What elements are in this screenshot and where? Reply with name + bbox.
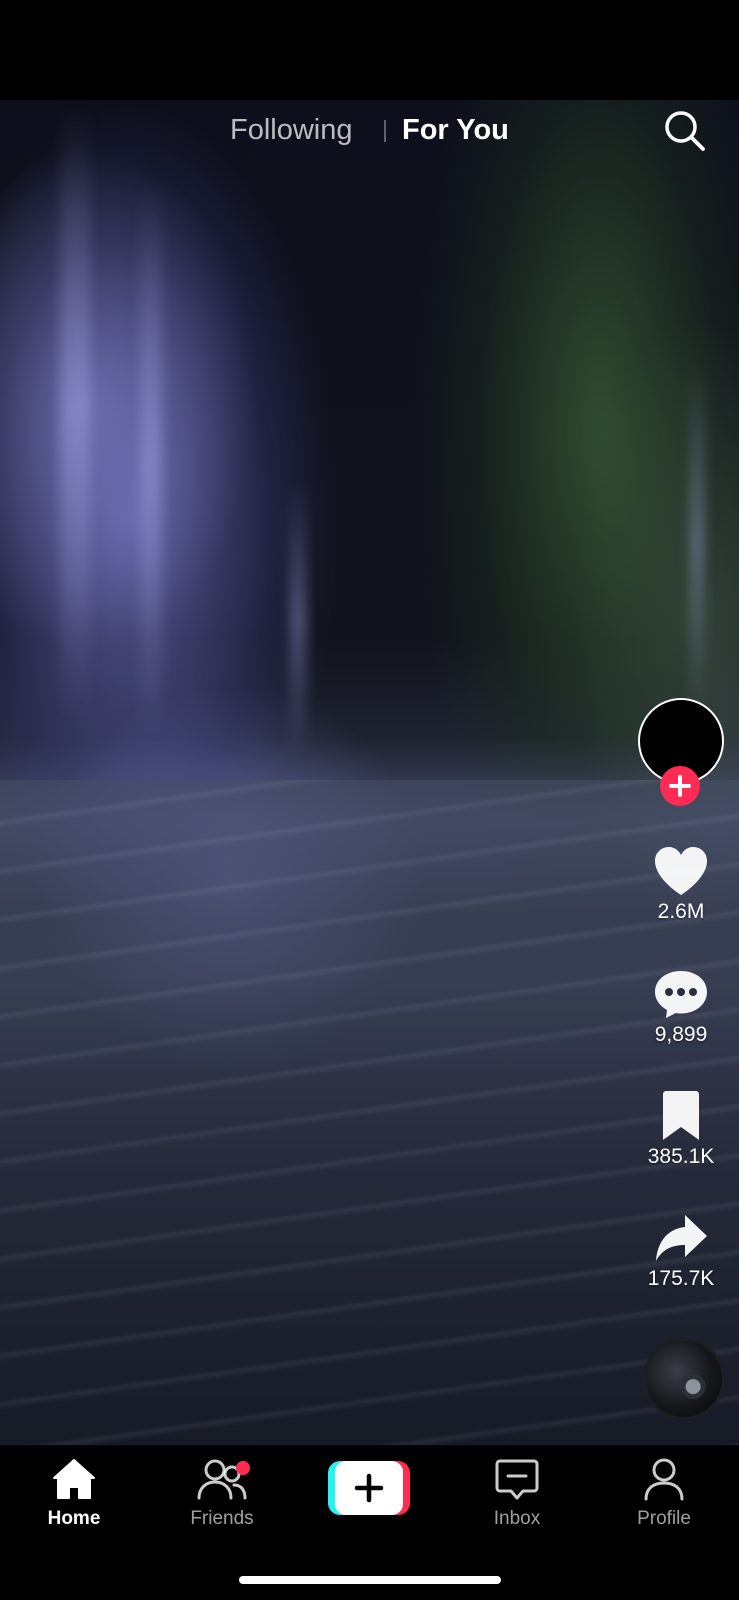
nav-home-label: Home [47, 1508, 101, 1529]
home-indicator [239, 1576, 501, 1584]
music-disc[interactable] [643, 1338, 725, 1420]
feed-tabs: Following For You [0, 100, 739, 162]
share-count: 175.7K [647, 1267, 715, 1290]
search-button[interactable] [662, 108, 708, 154]
like-count: 2.6M [657, 900, 705, 923]
inbox-icon [495, 1459, 539, 1500]
bookmark-icon [663, 1091, 699, 1140]
create-button[interactable] [328, 1461, 410, 1515]
tiktok-feed-screen: Following For You 2.6M 9,899 385.1K 175.… [0, 0, 739, 1600]
plus-icon [669, 775, 691, 797]
like-button[interactable]: 2.6M [628, 845, 734, 925]
nav-profile-label: Profile [637, 1508, 691, 1529]
nav-home[interactable]: Home [14, 1457, 134, 1537]
heart-icon [655, 847, 707, 895]
share-button[interactable]: 175.7K [628, 1212, 734, 1292]
waterfall-highlight [60, 100, 90, 720]
share-arrow-icon [656, 1215, 707, 1261]
tab-following[interactable]: Following [230, 110, 353, 150]
follow-button[interactable] [660, 766, 700, 806]
search-icon [665, 111, 705, 151]
nav-inbox[interactable]: Inbox [457, 1457, 577, 1537]
nav-friends-label: Friends [190, 1508, 254, 1529]
nav-profile[interactable]: Profile [604, 1457, 724, 1537]
home-icon [53, 1459, 95, 1499]
status-bar [0, 0, 739, 100]
nav-friends[interactable]: Friends [162, 1457, 282, 1537]
comment-button[interactable]: 9,899 [628, 968, 734, 1048]
waterfall-highlight [690, 360, 704, 720]
creator-avatar-button[interactable] [638, 698, 724, 810]
profile-icon [644, 1458, 684, 1501]
save-button[interactable]: 385.1K [628, 1090, 734, 1170]
tab-divider [384, 120, 386, 142]
comment-bubble-icon [655, 971, 707, 1018]
waterfall-highlight [290, 480, 306, 760]
tab-for-you[interactable]: For You [402, 110, 509, 150]
create-plus-icon [354, 1473, 384, 1503]
friends-notification-dot [236, 1461, 250, 1475]
waterfall-highlight [140, 180, 162, 740]
save-count: 385.1K [647, 1145, 715, 1168]
comment-count: 9,899 [654, 1023, 708, 1046]
nav-inbox-label: Inbox [493, 1508, 541, 1529]
